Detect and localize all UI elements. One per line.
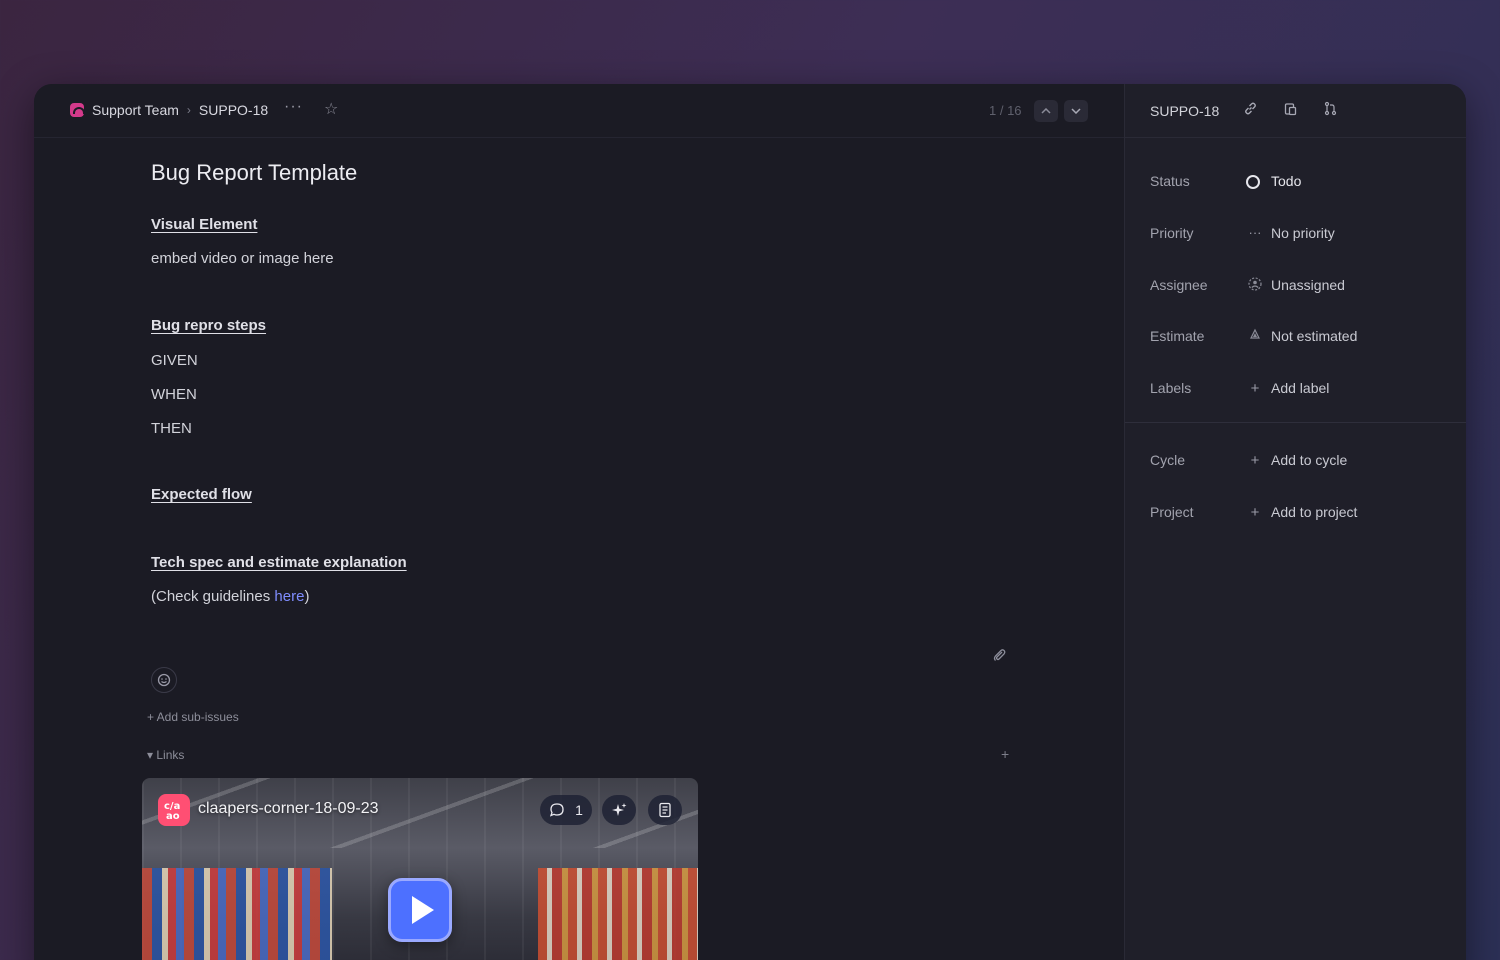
play-icon xyxy=(412,896,434,924)
team-icon xyxy=(70,103,85,117)
video-embed[interactable]: c/a ao claapers-corner-18-09-23 1 xyxy=(142,778,698,960)
guidelines-suffix: ) xyxy=(304,588,310,605)
issue-pager: 1 / 16 xyxy=(989,103,1022,118)
comment-count: 1 xyxy=(575,802,583,818)
properties-sidebar: SUPPO-18 Status Todo Priority ··· No pri… xyxy=(1124,84,1466,960)
bug-repro-heading: Bug repro steps xyxy=(151,317,267,334)
breadcrumb: Support Team › SUPPO-18 xyxy=(70,102,268,118)
guidelines-prefix: (Check guidelines xyxy=(151,588,275,605)
play-button[interactable] xyxy=(388,878,452,942)
copy-branch-icon[interactable] xyxy=(1323,101,1338,120)
issue-topbar: Support Team › SUPPO-18 ··· ☆ 1 / 16 xyxy=(34,84,1124,138)
chevron-down-icon xyxy=(1071,108,1081,114)
emoji-icon xyxy=(157,673,171,687)
next-issue-button[interactable] xyxy=(1064,100,1088,122)
property-label: Assignee xyxy=(1150,277,1208,293)
breadcrumb-team[interactable]: Support Team xyxy=(92,102,179,118)
video-comments-button[interactable]: 1 xyxy=(540,795,592,825)
plus-icon: + xyxy=(1250,380,1260,397)
chevron-up-icon xyxy=(1041,108,1051,114)
sparkle-icon xyxy=(612,803,627,816)
unassigned-user-icon xyxy=(1245,277,1265,294)
svg-text:ao: ao xyxy=(166,811,180,822)
visual-element-heading: Visual Element xyxy=(151,216,258,233)
add-reaction-button[interactable] xyxy=(151,667,177,693)
property-label: Cycle xyxy=(1150,452,1186,468)
no-priority-icon: ··· xyxy=(1248,225,1262,240)
video-title[interactable]: claapers-corner-18-09-23 xyxy=(198,800,379,818)
property-project[interactable]: Project + Add to project xyxy=(1150,504,1450,524)
claap-logo-glyph: c/a ao xyxy=(164,801,180,822)
plus-icon: + xyxy=(1250,452,1260,469)
add-link-button[interactable]: + xyxy=(1001,746,1009,762)
favorite-star-icon[interactable]: ☆ xyxy=(324,99,338,119)
property-assignee[interactable]: Assignee Unassigned xyxy=(1150,277,1450,297)
property-value[interactable]: Not estimated xyxy=(1271,328,1357,344)
property-labels[interactable]: Labels + Add label xyxy=(1150,380,1450,400)
tech-spec-heading: Tech spec and estimate explanation xyxy=(151,554,407,571)
branch-icon xyxy=(1324,101,1337,116)
then-text: THEN xyxy=(151,420,192,437)
property-value[interactable]: Add to project xyxy=(1271,504,1357,520)
property-value[interactable]: Todo xyxy=(1271,173,1301,189)
more-options-icon[interactable]: ··· xyxy=(284,98,303,116)
property-estimate[interactable]: Estimate Not estimated xyxy=(1150,328,1450,348)
issue-title[interactable]: Bug Report Template xyxy=(151,160,357,186)
property-label: Status xyxy=(1150,173,1190,189)
expected-flow-heading: Expected flow xyxy=(151,486,252,503)
copy-id-icon[interactable] xyxy=(1283,101,1298,120)
issue-main-panel: Support Team › SUPPO-18 ··· ☆ 1 / 16 Bug… xyxy=(34,84,1124,960)
property-status[interactable]: Status Todo xyxy=(1150,173,1450,193)
property-value[interactable]: No priority xyxy=(1271,225,1335,241)
link-icon xyxy=(1245,102,1256,115)
plus-icon: + xyxy=(1250,504,1260,521)
guidelines-link[interactable]: here xyxy=(274,588,304,605)
property-label: Labels xyxy=(1150,380,1192,396)
sidebar-header: SUPPO-18 xyxy=(1125,84,1466,138)
document-icon xyxy=(659,802,671,818)
comment-icon xyxy=(550,803,564,817)
copy-link-icon[interactable] xyxy=(1243,101,1258,120)
property-label: Project xyxy=(1150,504,1194,520)
property-value[interactable]: Add label xyxy=(1271,380,1329,396)
video-thumbnail-shelf-left xyxy=(142,868,332,960)
clipboard-icon xyxy=(1284,103,1297,116)
breadcrumb-issue-id[interactable]: SUPPO-18 xyxy=(199,102,268,118)
video-ai-button[interactable] xyxy=(602,795,636,825)
property-cycle[interactable]: Cycle + Add to cycle xyxy=(1150,452,1450,472)
add-sub-issues-button[interactable]: + Add sub-issues xyxy=(147,710,239,724)
property-label: Estimate xyxy=(1150,328,1205,344)
estimate-triangle-icon xyxy=(1245,328,1265,343)
status-todo-icon xyxy=(1246,175,1260,189)
property-value[interactable]: Unassigned xyxy=(1271,277,1345,293)
guidelines-text: (Check guidelines here) xyxy=(151,588,309,605)
sidebar-issue-id: SUPPO-18 xyxy=(1150,103,1220,119)
video-thumbnail-shelf-right xyxy=(538,868,698,960)
previous-issue-button[interactable] xyxy=(1034,100,1058,122)
issue-window: Support Team › SUPPO-18 ··· ☆ 1 / 16 Bug… xyxy=(34,84,1466,960)
paperclip-icon xyxy=(993,649,1006,661)
attach-file-button[interactable] xyxy=(992,648,1006,666)
given-text: GIVEN xyxy=(151,352,198,369)
claap-logo-icon: c/a ao xyxy=(158,794,190,826)
when-text: WHEN xyxy=(151,386,197,403)
property-priority[interactable]: Priority ··· No priority xyxy=(1150,225,1450,245)
links-section-toggle[interactable]: ▾ Links xyxy=(147,748,184,762)
visual-element-text: embed video or image here xyxy=(151,250,334,267)
property-label: Priority xyxy=(1150,225,1194,241)
property-value[interactable]: Add to cycle xyxy=(1271,452,1347,468)
sidebar-divider xyxy=(1125,422,1466,423)
breadcrumb-separator: › xyxy=(186,103,191,117)
video-transcript-button[interactable] xyxy=(648,795,682,825)
